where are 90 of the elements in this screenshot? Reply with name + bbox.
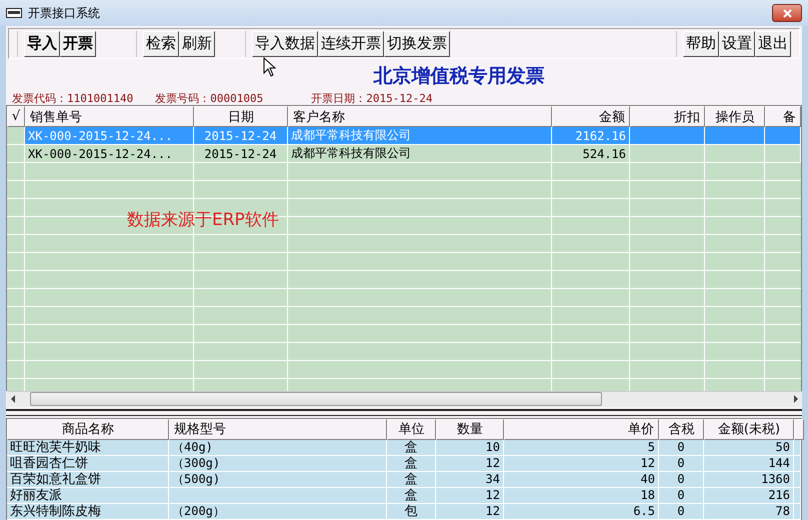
table-cell: 524.16 bbox=[552, 145, 630, 164]
table-cell: 40 bbox=[504, 472, 659, 488]
table-cell bbox=[7, 127, 25, 146]
table-cell: 10 bbox=[436, 440, 504, 456]
close-button[interactable] bbox=[772, 4, 802, 22]
mouse-pointer-icon bbox=[263, 57, 276, 77]
table-cell: 盒 bbox=[387, 488, 436, 504]
table-cell: 咀香园杏仁饼 bbox=[7, 456, 169, 472]
invoice-field: 开票日期：2015-12-24 bbox=[311, 91, 432, 106]
table-cell bbox=[705, 127, 765, 146]
table-cell: 2162.16 bbox=[552, 127, 630, 146]
column-header[interactable]: 日期 bbox=[194, 106, 288, 128]
table-cell: （40g) bbox=[169, 440, 387, 456]
table-cell: 2015-12-24 bbox=[194, 145, 288, 164]
toolbar-button[interactable]: 检索 bbox=[143, 30, 179, 57]
table-cell: 成都平常科技有限公司 bbox=[288, 127, 552, 146]
table-cell: 好丽友派 bbox=[7, 488, 169, 504]
table-cell: 百荣如意礼盒饼 bbox=[7, 472, 169, 488]
table-cell: 12 bbox=[436, 488, 504, 504]
toolbar-button[interactable]: 连续开票 bbox=[318, 30, 384, 57]
table-cell: 5 bbox=[504, 440, 659, 456]
invoice-field: 发票代码：1101001140 bbox=[12, 91, 134, 106]
table-cell: 0 bbox=[659, 504, 704, 520]
toolbar-button[interactable]: 刷新 bbox=[179, 30, 215, 57]
table-cell: 12 bbox=[504, 456, 659, 472]
column-header[interactable]: 金额(未税) bbox=[704, 418, 794, 440]
column-header[interactable] bbox=[794, 418, 804, 440]
order-row[interactable]: XK-000-2015-12-24... 2015-12-24 成都平常科技有限公司 524.16 bbox=[7, 145, 801, 164]
table-cell: 34 bbox=[436, 472, 504, 488]
table-cell: 0 bbox=[659, 440, 704, 456]
table-cell: 50 bbox=[704, 440, 794, 456]
table-cell: 0 bbox=[659, 456, 704, 472]
invoice-title: 北京增值税专用发票 bbox=[374, 64, 544, 90]
table-cell: （500g) bbox=[169, 472, 387, 488]
table-cell: 包 bbox=[387, 504, 436, 520]
table-cell bbox=[765, 127, 801, 146]
column-header[interactable]: 折扣 bbox=[630, 106, 705, 128]
column-header[interactable]: 单价 bbox=[504, 418, 659, 440]
toolbar-button[interactable]: 设置 bbox=[719, 30, 755, 57]
table-cell: 盒 bbox=[387, 472, 436, 488]
column-header[interactable]: 商品名称 bbox=[7, 418, 169, 440]
table-cell: 盒 bbox=[387, 440, 436, 456]
table-cell: 78 bbox=[704, 504, 794, 520]
window-title: 开票接口系统 bbox=[28, 4, 101, 22]
table-cell: 12 bbox=[436, 504, 504, 520]
table-cell: 144 bbox=[704, 456, 794, 472]
data-source-note: 数据来源于ERP软件 bbox=[127, 209, 279, 232]
column-header[interactable]: √ bbox=[7, 106, 25, 128]
table-cell: 2015-12-24 bbox=[194, 127, 288, 146]
table-cell: 216 bbox=[704, 488, 794, 504]
scroll-right-icon[interactable] bbox=[793, 395, 799, 404]
table-cell: 盒 bbox=[387, 456, 436, 472]
table-cell: （200g） bbox=[169, 504, 387, 520]
table-cell bbox=[705, 145, 765, 164]
table-cell: 东兴特制陈皮梅 bbox=[7, 504, 169, 520]
table-cell: XK-000-2015-12-24... bbox=[25, 127, 194, 146]
table-cell: 旺旺泡芙牛奶味 bbox=[7, 440, 169, 456]
toolbar-button[interactable]: 切换发票 bbox=[384, 30, 450, 57]
table-cell: 18 bbox=[504, 488, 659, 504]
toolbar-button[interactable]: 帮助 bbox=[683, 30, 719, 57]
toolbar-button[interactable]: 导入 bbox=[24, 30, 60, 57]
column-header[interactable]: 单位 bbox=[387, 418, 436, 440]
invoice-field: 发票号码：00001005 bbox=[155, 91, 264, 106]
toolbar-button[interactable]: 开票 bbox=[60, 30, 96, 57]
horizontal-scrollbar[interactable] bbox=[7, 390, 802, 408]
column-header[interactable]: 规格型号 bbox=[169, 418, 387, 440]
table-cell: （300g) bbox=[169, 456, 387, 472]
toolbar-button[interactable]: 退出 bbox=[755, 30, 791, 57]
table-cell bbox=[765, 145, 801, 164]
column-header[interactable]: 操作员 bbox=[705, 106, 765, 128]
column-header[interactable]: 含税 bbox=[659, 418, 704, 440]
table-cell: 6.5 bbox=[504, 504, 659, 520]
column-header[interactable]: 备 bbox=[765, 106, 801, 128]
scroll-left-icon[interactable] bbox=[10, 395, 16, 404]
column-header[interactable]: 数量 bbox=[436, 418, 504, 440]
column-header[interactable]: 金额 bbox=[552, 106, 630, 128]
scrollbar-thumb[interactable] bbox=[30, 392, 602, 406]
toolbar-button[interactable]: 导入数据 bbox=[252, 30, 318, 57]
table-cell: 0 bbox=[659, 488, 704, 504]
table-cell: 1360 bbox=[704, 472, 794, 488]
table-cell bbox=[7, 145, 25, 164]
column-header[interactable]: 客户名称 bbox=[288, 106, 552, 128]
column-header[interactable]: 销售单号 bbox=[25, 106, 194, 128]
table-cell: 0 bbox=[659, 472, 704, 488]
close-icon bbox=[782, 8, 792, 18]
table-cell: 成都平常科技有限公司 bbox=[288, 145, 552, 164]
pane-splitter[interactable] bbox=[6, 409, 802, 416]
app-icon bbox=[6, 8, 22, 18]
table-cell: XK-000-2015-12-24... bbox=[25, 145, 194, 164]
table-cell: 12 bbox=[436, 456, 504, 472]
